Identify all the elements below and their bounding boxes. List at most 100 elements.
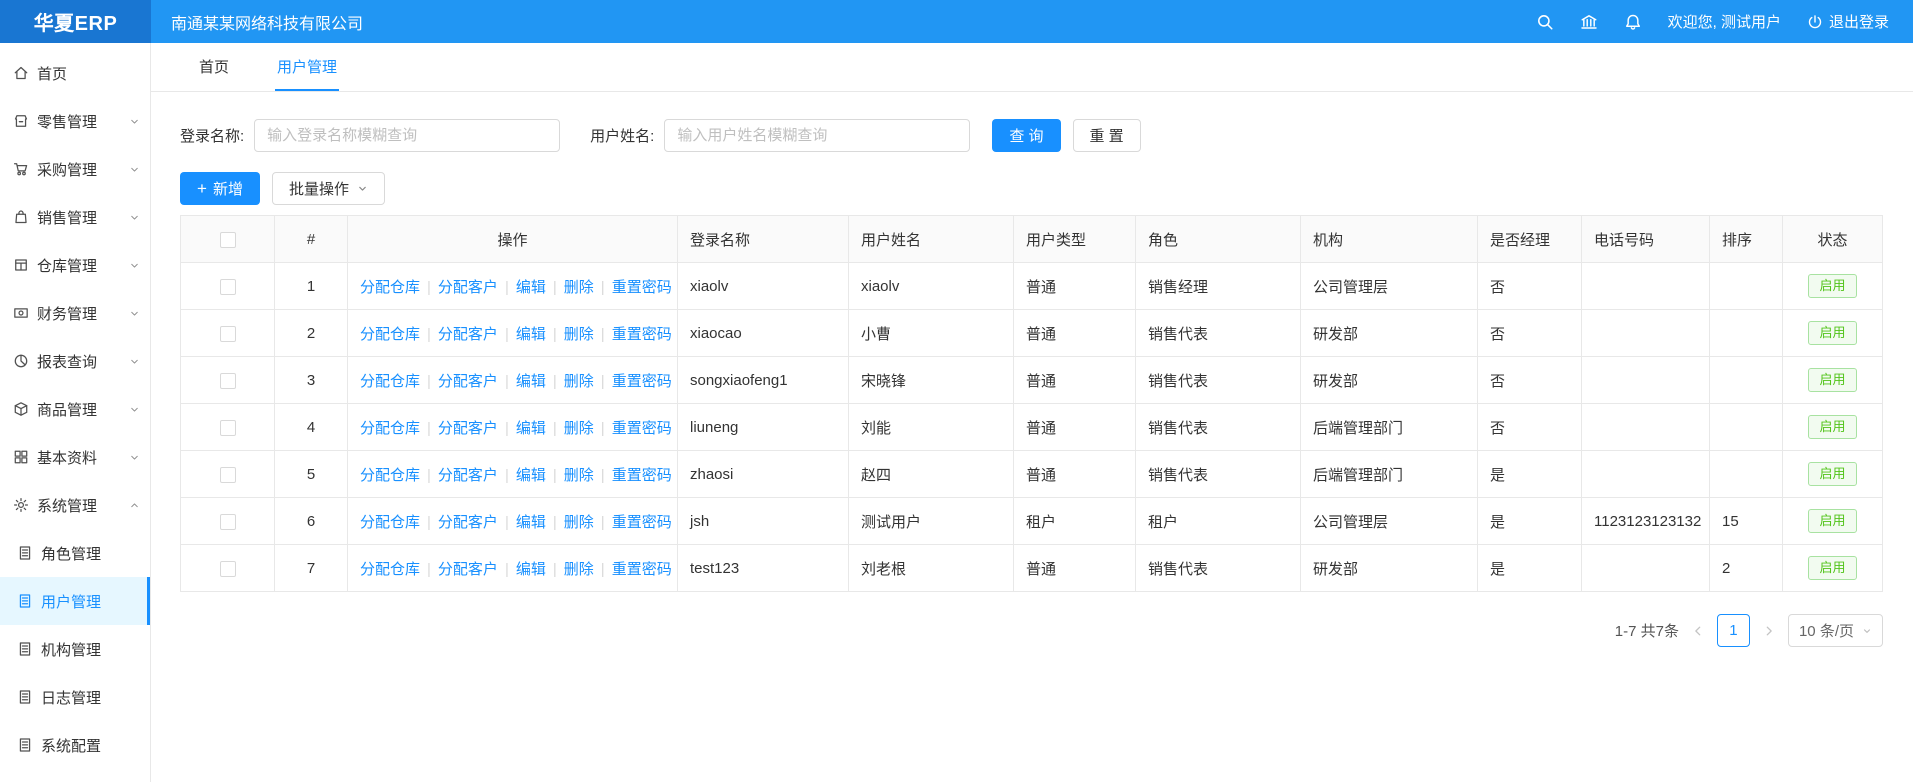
cell-actions: 分配仓库|分配客户|编辑|删除|重置密码 [348, 498, 678, 545]
action-assign-customer[interactable]: 分配客户 [438, 279, 498, 296]
sidebar-item-report[interactable]: 报表查询 [0, 337, 150, 385]
action-reset-password[interactable]: 重置密码 [612, 514, 672, 531]
action-delete[interactable]: 删除 [564, 326, 594, 343]
row-checkbox[interactable] [220, 326, 236, 342]
retail-icon [13, 113, 29, 129]
row-checkbox[interactable] [220, 373, 236, 389]
row-checkbox[interactable] [220, 514, 236, 530]
row-checkbox[interactable] [220, 467, 236, 483]
sidebar-item-home[interactable]: 首页 [0, 49, 150, 97]
action-delete[interactable]: 删除 [564, 420, 594, 437]
column-header: 状态 [1783, 216, 1883, 263]
search-icon[interactable] [1536, 13, 1554, 31]
sidebar-item-system-config[interactable]: 系统配置 [0, 721, 150, 769]
page-size-select[interactable]: 10 条/页 [1788, 614, 1883, 647]
prev-page-button[interactable] [1689, 625, 1707, 637]
action-assign-customer[interactable]: 分配客户 [438, 420, 498, 437]
user-table: #操作登录名称用户姓名用户类型角色机构是否经理电话号码排序状态 1分配仓库|分配… [180, 215, 1883, 592]
logout-button[interactable]: 退出登录 [1807, 11, 1889, 32]
plus-icon: + [197, 180, 207, 197]
action-assign-customer[interactable]: 分配客户 [438, 561, 498, 578]
action-edit[interactable]: 编辑 [516, 373, 546, 390]
row-checkbox[interactable] [220, 561, 236, 577]
search-button[interactable]: 查 询 [992, 119, 1060, 152]
tab-home[interactable]: 首页 [197, 43, 231, 91]
cell-login: xiaocao [678, 310, 849, 357]
table-header-row: #操作登录名称用户姓名用户类型角色机构是否经理电话号码排序状态 [181, 216, 1883, 263]
action-edit[interactable]: 编辑 [516, 420, 546, 437]
batch-actions-button[interactable]: 批量操作 [272, 172, 385, 205]
action-delete[interactable]: 删除 [564, 279, 594, 296]
sidebar-item-log-management[interactable]: 日志管理 [0, 673, 150, 721]
action-reset-password[interactable]: 重置密码 [612, 326, 672, 343]
sidebar-item-finance[interactable]: 财务管理 [0, 289, 150, 337]
action-edit[interactable]: 编辑 [516, 326, 546, 343]
sidebar-item-sales[interactable]: 销售管理 [0, 193, 150, 241]
cell-phone [1582, 263, 1710, 310]
sidebar-item-basic[interactable]: 基本资料 [0, 433, 150, 481]
cell-type: 普通 [1014, 263, 1136, 310]
action-delete[interactable]: 删除 [564, 514, 594, 531]
cell-actions: 分配仓库|分配客户|编辑|删除|重置密码 [348, 451, 678, 498]
action-reset-password[interactable]: 重置密码 [612, 373, 672, 390]
action-reset-password[interactable]: 重置密码 [612, 420, 672, 437]
action-assign-warehouse[interactable]: 分配仓库 [360, 561, 420, 578]
action-assign-warehouse[interactable]: 分配仓库 [360, 514, 420, 531]
action-assign-customer[interactable]: 分配客户 [438, 467, 498, 484]
cell-org: 公司管理层 [1301, 498, 1478, 545]
action-assign-customer[interactable]: 分配客户 [438, 514, 498, 531]
column-header: 操作 [348, 216, 678, 263]
action-reset-password[interactable]: 重置密码 [612, 561, 672, 578]
row-checkbox[interactable] [220, 279, 236, 295]
sidebar-item-goods[interactable]: 商品管理 [0, 385, 150, 433]
cell-sort [1710, 357, 1783, 404]
sidebar-item-label: 零售管理 [37, 111, 97, 132]
action-separator: | [553, 420, 557, 437]
add-button[interactable]: + 新增 [180, 172, 260, 205]
action-assign-warehouse[interactable]: 分配仓库 [360, 420, 420, 437]
doc-icon [17, 641, 33, 657]
bank-icon[interactable] [1580, 13, 1598, 31]
action-edit[interactable]: 编辑 [516, 467, 546, 484]
sidebar-item-system[interactable]: 系统管理 [0, 481, 150, 529]
select-all-checkbox[interactable] [220, 232, 236, 248]
action-edit[interactable]: 编辑 [516, 279, 546, 296]
sidebar-item-role-management[interactable]: 角色管理 [0, 529, 150, 577]
action-delete[interactable]: 删除 [564, 561, 594, 578]
sidebar-item-warehouse[interactable]: 仓库管理 [0, 241, 150, 289]
user-name-input[interactable] [664, 119, 970, 152]
row-checkbox[interactable] [220, 420, 236, 436]
sidebar-item-user-management[interactable]: 用户管理 [0, 577, 150, 625]
sidebar-item-label: 采购管理 [37, 159, 97, 180]
action-assign-warehouse[interactable]: 分配仓库 [360, 326, 420, 343]
action-reset-password[interactable]: 重置密码 [612, 279, 672, 296]
sidebar-item-org-management[interactable]: 机构管理 [0, 625, 150, 673]
action-assign-customer[interactable]: 分配客户 [438, 373, 498, 390]
cell-login: songxiaofeng1 [678, 357, 849, 404]
action-assign-warehouse[interactable]: 分配仓库 [360, 467, 420, 484]
cell-org: 研发部 [1301, 545, 1478, 592]
bell-icon[interactable] [1624, 13, 1642, 31]
sidebar-item-retail[interactable]: 零售管理 [0, 97, 150, 145]
action-delete[interactable]: 删除 [564, 373, 594, 390]
page-size-value: 10 条/页 [1799, 620, 1854, 641]
table-row: 3分配仓库|分配客户|编辑|删除|重置密码songxiaofeng1宋晓锋普通销… [181, 357, 1883, 404]
cell-name: 测试用户 [849, 498, 1014, 545]
cell-name: 宋晓锋 [849, 357, 1014, 404]
login-name-input[interactable] [254, 119, 560, 152]
tab-user-management[interactable]: 用户管理 [275, 43, 339, 91]
action-assign-warehouse[interactable]: 分配仓库 [360, 279, 420, 296]
cell-type: 普通 [1014, 404, 1136, 451]
page-number-button[interactable]: 1 [1717, 614, 1750, 647]
sidebar-item-purchase[interactable]: 采购管理 [0, 145, 150, 193]
action-delete[interactable]: 删除 [564, 467, 594, 484]
action-reset-password[interactable]: 重置密码 [612, 467, 672, 484]
action-assign-customer[interactable]: 分配客户 [438, 326, 498, 343]
next-page-button[interactable] [1760, 625, 1778, 637]
action-edit[interactable]: 编辑 [516, 561, 546, 578]
reset-button[interactable]: 重 置 [1073, 119, 1141, 152]
action-edit[interactable]: 编辑 [516, 514, 546, 531]
action-assign-warehouse[interactable]: 分配仓库 [360, 373, 420, 390]
cell-phone [1582, 310, 1710, 357]
select-all-header [181, 216, 275, 263]
